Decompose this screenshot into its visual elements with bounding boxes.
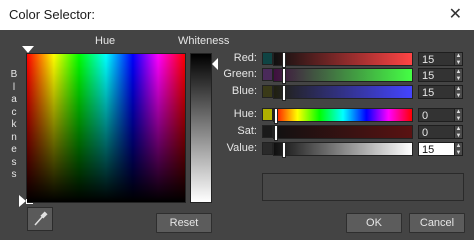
spinner-buttons-green[interactable]: ▲ ▼	[454, 68, 463, 82]
cancel-button-label: Cancel	[419, 217, 455, 229]
spinner-buttons-hue[interactable]: ▲ ▼	[454, 108, 463, 122]
spin-down-icon[interactable]: ▼	[455, 76, 462, 83]
spinner-buttons-value[interactable]: ▲ ▼	[454, 142, 463, 156]
slider-thumb-value[interactable]	[282, 142, 286, 158]
spinner-input-blue[interactable]: 15	[418, 85, 458, 99]
row-label-sat: Sat:	[237, 125, 257, 137]
swatch-value	[262, 142, 273, 155]
close-icon[interactable]: ✕	[449, 4, 462, 24]
slider-red[interactable]	[273, 52, 413, 68]
row-label-blue: Blue:	[231, 85, 257, 97]
swatch-sat	[262, 125, 273, 138]
swatch-blue	[262, 85, 273, 98]
cancel-button[interactable]: Cancel	[409, 213, 465, 233]
slider-thumb-blue[interactable]	[282, 85, 286, 101]
swatch-hue	[262, 108, 273, 121]
ok-button[interactable]: OK	[346, 213, 402, 233]
slider-sat[interactable]	[273, 125, 413, 141]
spin-up-icon[interactable]: ▲	[455, 126, 462, 133]
spinner-buttons-sat[interactable]: ▲ ▼	[454, 125, 463, 139]
spin-down-icon[interactable]: ▼	[455, 133, 462, 140]
spin-down-icon[interactable]: ▼	[455, 150, 462, 157]
ok-button-label: OK	[366, 217, 382, 229]
slider-value[interactable]	[273, 142, 413, 158]
spin-up-icon[interactable]: ▲	[455, 86, 462, 93]
row-label-value: Value:	[226, 142, 257, 154]
row-label-green: Green:	[223, 68, 257, 80]
spin-up-icon[interactable]: ▲	[455, 53, 462, 60]
spinner-input-green[interactable]: 15	[418, 68, 458, 82]
blackness-label: Blackness	[10, 69, 18, 180]
whiteness-label: Whiteness	[178, 35, 230, 47]
spin-up-icon[interactable]: ▲	[455, 69, 462, 76]
eyedropper-icon	[34, 211, 48, 226]
window-title: Color Selector:	[9, 7, 95, 22]
reset-button-label: Reset	[169, 217, 199, 229]
color-preview-box	[262, 173, 464, 201]
slider-thumb-sat[interactable]	[274, 125, 278, 141]
slider-thumb-hue[interactable]	[274, 108, 278, 124]
spinner-buttons-red[interactable]: ▲ ▼	[454, 52, 463, 66]
spinner-buttons-blue[interactable]: ▲ ▼	[454, 85, 463, 99]
slider-hue[interactable]	[273, 108, 413, 124]
spin-up-icon[interactable]: ▲	[455, 143, 462, 150]
swatch-green	[262, 68, 273, 81]
reset-button[interactable]: Reset	[156, 213, 212, 233]
row-label-red: Red:	[233, 52, 257, 64]
eyedropper-button[interactable]	[27, 207, 53, 231]
hue-marker[interactable]	[22, 46, 34, 53]
slider-thumb-red[interactable]	[282, 52, 286, 68]
spinner-input-sat[interactable]: 0	[418, 125, 458, 139]
slider-thumb-green[interactable]	[282, 68, 286, 84]
spin-up-icon[interactable]: ▲	[455, 109, 462, 116]
title-bar: Color Selector: ✕	[0, 0, 474, 30]
row-label-hue: Hue:	[233, 108, 257, 120]
spin-down-icon[interactable]: ▼	[455, 116, 462, 123]
spinner-input-hue[interactable]: 0	[418, 108, 458, 122]
spin-down-icon[interactable]: ▼	[455, 93, 462, 100]
hue-label: Hue	[95, 35, 116, 47]
blackness-marker[interactable]	[19, 195, 26, 207]
spinner-input-red[interactable]: 15	[418, 52, 458, 66]
slider-green[interactable]	[273, 68, 413, 84]
slider-blue[interactable]	[273, 85, 413, 101]
spinner-input-value[interactable]: 15	[418, 142, 458, 156]
spin-down-icon[interactable]: ▼	[455, 60, 462, 67]
color-picker-area[interactable]	[26, 53, 186, 203]
picker-crosshair	[26, 199, 33, 204]
swatch-red	[262, 52, 273, 65]
